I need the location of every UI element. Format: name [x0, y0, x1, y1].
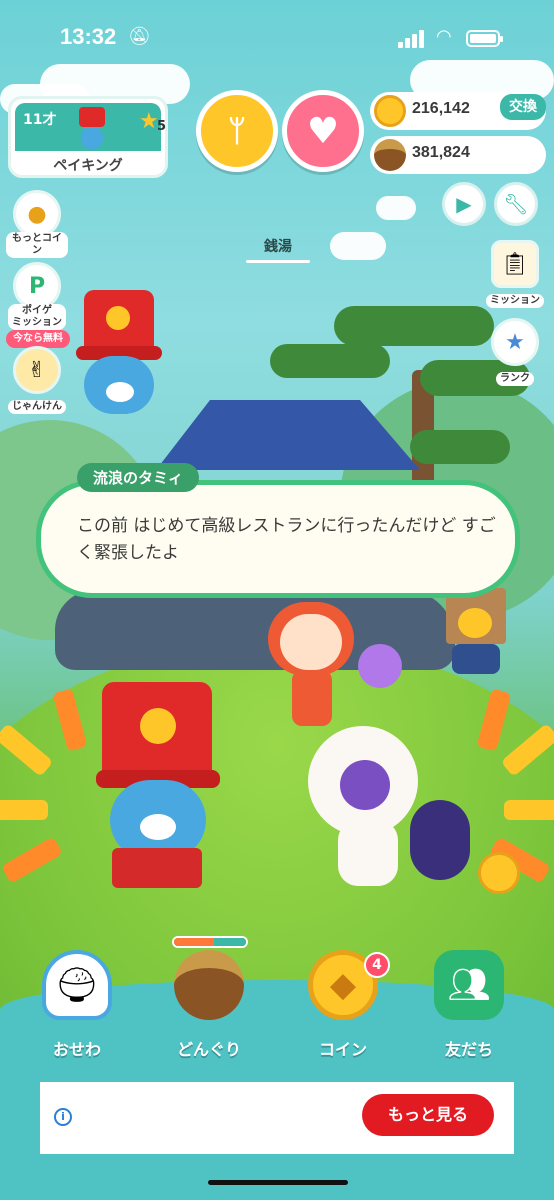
- rank-button[interactable]: ★ ランク: [484, 318, 546, 386]
- info-icon[interactable]: i: [54, 1108, 72, 1126]
- speaker-name: 流浪のタミィ: [77, 463, 200, 492]
- heart-button[interactable]: ♥: [282, 90, 364, 172]
- profile-level: 5: [157, 119, 167, 134]
- avatar: [75, 107, 109, 151]
- rice-bowl-icon: 🍚︎: [42, 950, 112, 1020]
- ufo-emote-bubble[interactable]: [358, 644, 402, 694]
- acorn-balance: 381,824: [370, 136, 546, 174]
- janken-label: じゃんけん: [8, 400, 66, 414]
- character-box-duck[interactable]: [446, 588, 514, 678]
- gauge-fill-orange: [174, 938, 214, 946]
- sparkle-ray: [504, 800, 554, 820]
- acorn-icon: [174, 950, 244, 1020]
- janken-button[interactable]: ✌ じゃんけん: [6, 346, 68, 414]
- tree-foliage: [410, 430, 510, 464]
- coin-count: 216,142: [412, 100, 470, 117]
- profile-card[interactable]: 11才 ★ 5 ペイキング: [8, 96, 168, 178]
- gauge-fill-teal: [213, 938, 246, 946]
- speech-bubble[interactable]: 流浪のタミィ この前 はじめて高級レストランに行ったんだけど すごく緊張したよ: [36, 463, 520, 598]
- acorn-gauge: [172, 936, 248, 948]
- acorn-icon: [374, 139, 406, 171]
- settings-button[interactable]: 🔧︎: [494, 182, 538, 226]
- tree-foliage: [334, 306, 494, 346]
- status-bar: 13:32 🔕︎ ◠: [0, 24, 554, 60]
- status-time: 13:32: [60, 24, 117, 49]
- location-underline: [246, 260, 310, 263]
- acorn-count: 381,824: [412, 144, 470, 161]
- cloud: [376, 196, 416, 220]
- food-button[interactable]: ᛘ: [196, 90, 278, 172]
- tree-foliage: [270, 344, 390, 378]
- star-icon: ★: [139, 109, 159, 134]
- ground-coin[interactable]: [478, 852, 520, 894]
- trophy-star-icon: ★: [491, 318, 539, 366]
- poige-mission-label: ポイゲ ミッション: [8, 304, 66, 330]
- coin-stack-icon: ●: [13, 190, 61, 238]
- coin-icon: [374, 95, 406, 127]
- profile-age: 11才: [23, 112, 57, 128]
- sparkle-ray: [0, 800, 48, 820]
- character-king[interactable]: [96, 668, 226, 888]
- video-camera-icon: ▶: [456, 192, 472, 216]
- cloud: [330, 232, 386, 260]
- nav-acorn[interactable]: どんぐり: [154, 950, 264, 1060]
- bottom-nav: 🍚︎ おせわ どんぐり ◆ コイン 👥︎ 友だち: [0, 950, 554, 1080]
- nav-coin-label: コイン: [318, 1040, 367, 1059]
- friends-icon: 👥︎: [434, 950, 504, 1020]
- poige-mission-button[interactable]: P ポイゲ ミッション: [6, 262, 68, 330]
- rank-label: ランク: [496, 372, 534, 386]
- heart-icon: ♥: [306, 110, 340, 152]
- nav-acorn-label: どんぐり: [176, 1040, 241, 1059]
- wrench-icon: 🔧︎: [503, 192, 529, 216]
- exchange-button[interactable]: 交換: [500, 94, 546, 120]
- fork-knife-icon: ᛘ: [228, 113, 246, 149]
- wifi-icon: ◠: [436, 26, 452, 47]
- cellular-signal-icon: [398, 30, 428, 48]
- camera-button[interactable]: ▶: [442, 182, 486, 226]
- location-name: 銭湯: [264, 239, 292, 255]
- nav-friends-label: 友だち: [444, 1040, 493, 1059]
- nav-care-label: おせわ: [52, 1040, 101, 1059]
- home-indicator[interactable]: [208, 1180, 348, 1185]
- nav-care[interactable]: 🍚︎ おせわ: [22, 950, 132, 1060]
- coin-notification-badge: 4: [364, 952, 390, 978]
- poige-plus-icon: P: [13, 262, 61, 310]
- dialog-message: この前 はじめて高級レストランに行ったんだけど すごく緊張したよ: [77, 516, 496, 564]
- clipboard-icon: 📋︎: [491, 240, 539, 288]
- victory-hand-icon: ✌: [13, 346, 61, 394]
- bell-muted-icon: 🔕︎: [128, 26, 151, 47]
- profile-header: 11才 ★ 5: [15, 103, 166, 151]
- more-coins-button[interactable]: ● もっとコイン: [6, 190, 68, 258]
- more-button[interactable]: もっと見る: [362, 1094, 494, 1136]
- mission-label: ミッション: [486, 294, 544, 308]
- battery-icon: [466, 30, 503, 47]
- character-flying-king[interactable]: [70, 290, 170, 420]
- character-white-bug[interactable]: [300, 700, 480, 900]
- nav-friends[interactable]: 👥︎ 友だち: [414, 950, 524, 1060]
- profile-name: ペイキング: [53, 158, 123, 174]
- mission-button[interactable]: 📋︎ ミッション: [484, 240, 546, 308]
- location-label: 銭湯: [246, 236, 310, 263]
- more-coins-label: もっとコイン: [6, 232, 68, 258]
